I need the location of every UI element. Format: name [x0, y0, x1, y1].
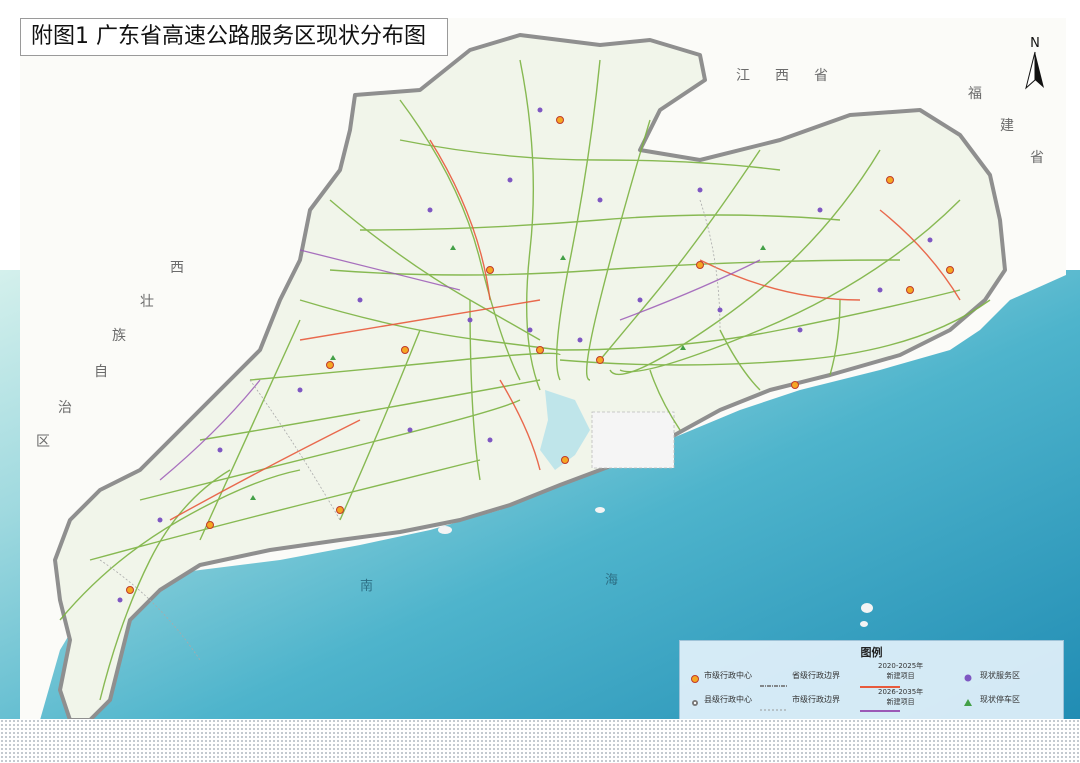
rest-stop-icon	[963, 692, 973, 711]
north-arrow: N	[1020, 36, 1050, 92]
hong-kong-area	[591, 411, 675, 469]
svg-text:区: 区	[36, 434, 50, 450]
svg-text:族: 族	[112, 328, 126, 344]
city-center-icon	[690, 669, 700, 688]
county-center-icon	[690, 693, 700, 712]
map-legend: 图例 市级行政中心 省级行政边界 2020-2025年 新建项目 现状服务区 县…	[679, 640, 1064, 720]
legend-county-center: 县级行政中心	[704, 695, 752, 704]
legend-title: 图例	[860, 646, 883, 659]
bottom-dotted-strip	[0, 719, 1080, 763]
svg-text:西: 西	[775, 68, 789, 84]
legend-planned-2025: 2020-2025年 新建项目	[878, 662, 924, 680]
svg-text:自: 自	[94, 364, 108, 380]
north-label: N	[1030, 36, 1040, 51]
legend-city-center: 市级行政中心	[704, 671, 752, 680]
svg-text:西: 西	[170, 260, 184, 276]
map-frame: 江 西 省 福 建 省 西 壮 族 自 治 区 南 海 附图1 广东省高速公路服…	[0, 0, 1080, 763]
svg-text:省: 省	[814, 68, 828, 84]
svg-text:南: 南	[360, 578, 373, 594]
svg-text:福: 福	[968, 86, 982, 102]
provincial-boundary-icon	[760, 673, 788, 692]
legend-planned-2035: 2026-2035年 新建项目	[878, 688, 924, 706]
city-boundary-icon	[760, 697, 788, 716]
svg-text:建: 建	[1000, 118, 1014, 134]
svg-text:江: 江	[736, 68, 750, 84]
svg-text:省: 省	[1030, 150, 1044, 166]
map-title: 附图1 广东省高速公路服务区现状分布图	[20, 18, 448, 56]
service-area-icon	[963, 668, 973, 687]
legend-rest-stop: 现状停车区	[980, 695, 1020, 704]
svg-text:海: 海	[605, 573, 618, 588]
svg-text:壮: 壮	[140, 294, 154, 310]
jiangxi-label: 江 西 省	[736, 68, 828, 84]
legend-service-area: 现状服务区	[980, 671, 1020, 680]
svg-text:治: 治	[58, 400, 72, 416]
legend-city-boundary: 市级行政边界	[792, 695, 840, 704]
legend-provincial-boundary: 省级行政边界	[792, 671, 840, 680]
